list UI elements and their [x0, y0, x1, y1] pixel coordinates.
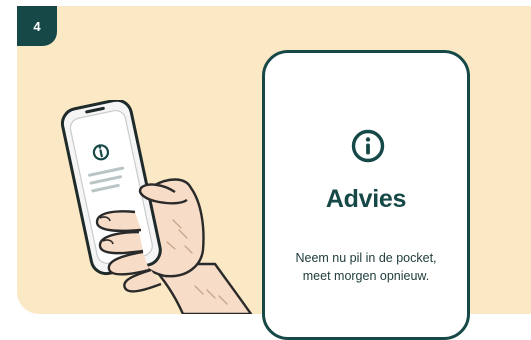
finger-1 — [95, 210, 142, 233]
advice-title: Advies — [325, 185, 407, 213]
advice-panel: Advies Neem nu pil in de pocket, meet mo… — [262, 50, 470, 340]
advice-text-line-1: Neem nu pil in de pocket, — [295, 251, 437, 265]
info-circle-icon — [351, 129, 385, 163]
step-number-badge: 4 — [17, 6, 57, 46]
advice-text-line-2: meet morgen opnieuw. — [302, 269, 430, 283]
advice-text: Neem nu pil in de pocket, meet morgen op… — [275, 249, 457, 285]
hand-holding-phone-illustration — [60, 100, 253, 314]
